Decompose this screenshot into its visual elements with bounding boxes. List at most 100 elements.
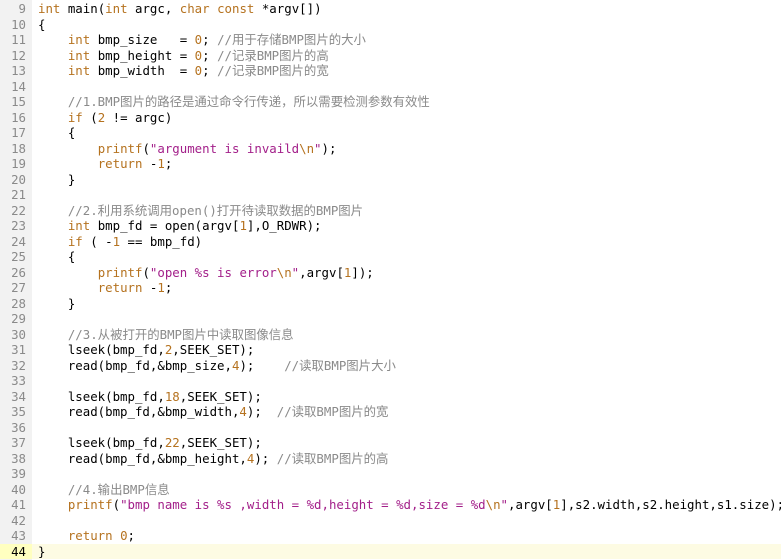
line-number: 25 [11, 249, 26, 264]
line-number: 23 [11, 218, 26, 233]
code-line[interactable]: 9 int main(int argc, char const *argv[]) [0, 1, 781, 17]
code-text: int main(int argc, char const *argv[]) [32, 1, 322, 17]
line-number: 43 [11, 528, 26, 543]
code-line[interactable]: 11 int bmp_size = 0; //用于存储BMP图片的大小 [0, 32, 781, 48]
line-number: 20 [11, 171, 26, 187]
code-line[interactable]: 15 //1.BMP图片的路径是通过命令行传递，所以需要检测参数有效性 [0, 94, 781, 110]
code-token: printf [97, 140, 143, 156]
code-token: ],s2.width,s2.height,s1.size); [560, 497, 781, 512]
code-line[interactable]: 21 [0, 187, 781, 203]
code-line[interactable]: 38 read(bmp_fd,&bmp_height,4); //读取BMP图片… [0, 451, 781, 467]
code-token: int [38, 1, 61, 16]
code-line[interactable]: 10 { [0, 17, 781, 33]
code-token: read(bmp_fd,&bmp_height, [38, 450, 247, 466]
code-line[interactable]: 40 //4.输出BMP信息 [0, 482, 781, 498]
code-token: ; [127, 528, 136, 543]
code-token: int [105, 1, 128, 16]
code-token: 1 [157, 156, 165, 171]
line-number: 13 [11, 63, 26, 78]
code-line[interactable]: 23 int bmp_fd = open(argv[1],O_RDWR); [0, 218, 781, 234]
code-token: bmp_fd = open(argv[ [90, 218, 240, 233]
code-token: //记录BMP图片的宽 [217, 63, 329, 78]
code-token: //4.输出BMP信息 [67, 481, 170, 497]
code-token: "argument is invaild [149, 140, 300, 156]
code-line[interactable]: 13 int bmp_width = 0; //记录BMP图片的宽 [0, 63, 781, 79]
code-text: printf("bmp name is %s ,width = %d,heigh… [32, 497, 781, 513]
line-number: 37 [11, 435, 26, 450]
code-line[interactable]: 34 lseek(bmp_fd,18,SEEK_SET); [0, 389, 781, 405]
code-line[interactable]: 44} [0, 543, 781, 559]
code-line[interactable]: 33 [0, 373, 781, 389]
code-token: } [38, 543, 46, 559]
code-token: ); [321, 140, 337, 156]
code-text: int bmp_width = 0; //记录BMP图片的宽 [32, 63, 329, 79]
code-line[interactable]: 18 printf("argument is invaild\n"); [0, 141, 781, 157]
code-line[interactable]: 32 read(bmp_fd,&bmp_size,4); //读取BMP图片大小 [0, 358, 781, 374]
code-line[interactable]: 19 return -1; [0, 156, 781, 172]
code-token: //1.BMP图片的路径是通过命令行传递，所以需要检测参数有效性 [67, 94, 430, 109]
code-text: read(bmp_fd,&bmp_width,4); //读取BMP图片的宽 [32, 404, 389, 420]
code-token: \n [276, 264, 292, 280]
code-line[interactable]: 25 { [0, 249, 781, 265]
code-token: ( [112, 497, 121, 512]
code-token: //2.利用系统调用open()打开待读取数据的BMP图片 [67, 202, 364, 218]
code-token: const [217, 1, 255, 16]
code-text: lseek(bmp_fd,18,SEEK_SET); [32, 389, 262, 405]
code-editor[interactable]: 9 int main(int argc, char const *argv[]) 1… [0, 0, 781, 560]
code-line[interactable]: 37 lseek(bmp_fd,22,SEEK_SET); [0, 435, 781, 451]
code-token: - [142, 156, 158, 171]
code-token: //记录BMP图片的高 [217, 47, 329, 63]
code-line[interactable]: 17 { [0, 125, 781, 141]
code-token: main( [60, 1, 106, 16]
code-line[interactable]: 26 printf("open %s is error\n",argv[1]); [0, 265, 781, 281]
code-line[interactable]: 36 [0, 420, 781, 436]
code-line[interactable]: 24 if ( -1 == bmp_fd) [0, 234, 781, 250]
code-token: 1 [157, 280, 165, 295]
code-text: printf("open %s is error\n",argv[1]); [32, 265, 374, 281]
code-token: ,argv[ [508, 497, 553, 512]
code-token: " [314, 140, 322, 156]
code-text: { [32, 125, 75, 141]
line-number: 18 [11, 140, 26, 156]
code-line[interactable]: 20 } [0, 172, 781, 188]
code-line[interactable]: 22 //2.利用系统调用open()打开待读取数据的BMP图片 [0, 203, 781, 219]
code-token: ( [82, 109, 98, 125]
code-line[interactable]: 35 read(bmp_fd,&bmp_width,4); //读取BMP图片的… [0, 404, 781, 420]
code-line[interactable]: 14 [0, 79, 781, 95]
code-token: } [38, 171, 76, 187]
code-line[interactable]: 39 [0, 466, 781, 482]
line-number: 9 [18, 1, 26, 16]
code-line[interactable]: 41 printf("bmp name is %s ,width = %d,he… [0, 497, 781, 513]
code-token: int [67, 47, 91, 63]
code-area[interactable]: 9 int main(int argc, char const *argv[]) 1… [0, 1, 781, 559]
code-token: bmp_width = [90, 63, 195, 78]
code-token: return [97, 156, 143, 171]
code-line[interactable]: 27 return -1; [0, 280, 781, 296]
line-number: 12 [11, 47, 26, 63]
code-text: printf("argument is invaild\n"); [32, 140, 337, 157]
code-line[interactable]: 16 if (2 != argc) [0, 110, 781, 126]
code-line[interactable]: 29 [0, 311, 781, 327]
code-line[interactable]: 31 lseek(bmp_fd,2,SEEK_SET); [0, 342, 781, 358]
code-line[interactable]: 42 [0, 513, 781, 529]
line-number: 22 [11, 202, 26, 218]
code-line[interactable]: 12 int bmp_height = 0; //记录BMP图片的高 [0, 48, 781, 64]
line-number: 40 [11, 481, 26, 497]
code-text: //4.输出BMP信息 [32, 482, 170, 498]
code-line[interactable]: 43 return 0; [0, 528, 781, 544]
code-line[interactable]: 28 } [0, 296, 781, 312]
code-line[interactable]: 30 //3.从被打开的BMP图片中读取图像信息 [0, 327, 781, 343]
code-token: ,SEEK_SET); [172, 342, 255, 357]
code-text: if (2 != argc) [32, 110, 172, 126]
